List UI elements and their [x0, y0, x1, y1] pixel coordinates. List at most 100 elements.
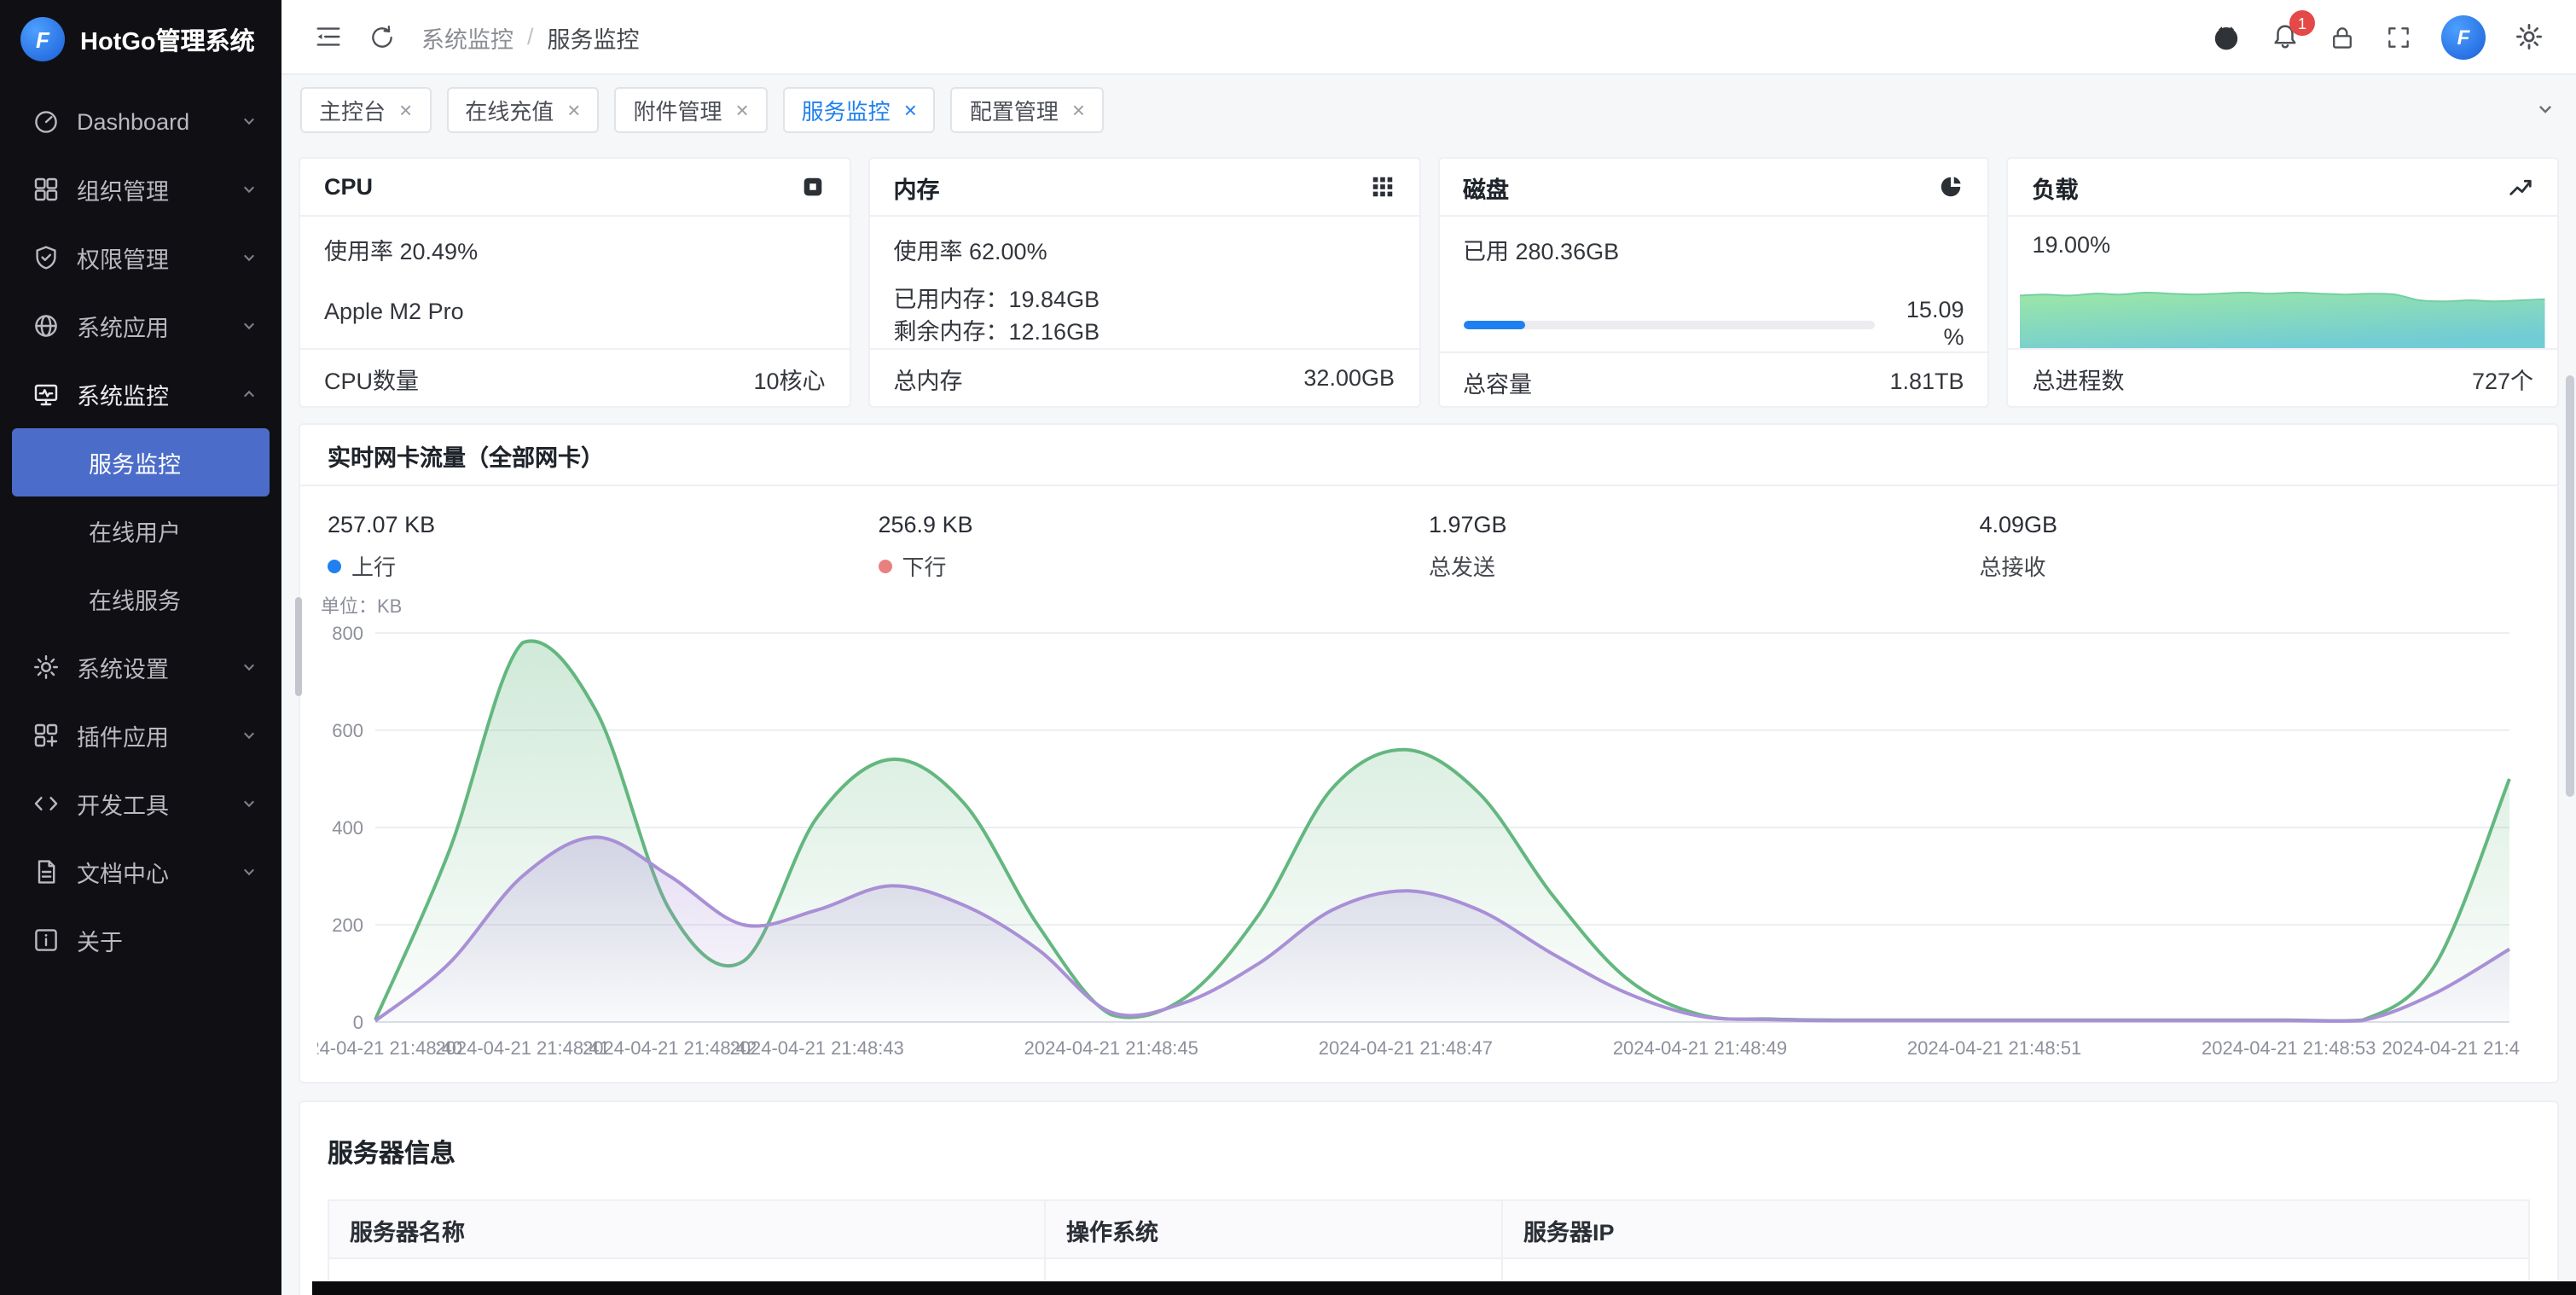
- logo[interactable]: F HotGo管理系统: [0, 0, 281, 78]
- svg-text:0: 0: [353, 1012, 363, 1033]
- notification-badge: 1: [2289, 10, 2315, 36]
- sidebar-item-dev-tools[interactable]: 开发工具: [0, 769, 281, 838]
- breadcrumb-current: 服务监控: [548, 20, 640, 54]
- tab-online-recharge[interactable]: 在线充值×: [446, 86, 599, 132]
- notifications-bell-icon[interactable]: 1: [2271, 22, 2300, 51]
- sidebar-item-plugins[interactable]: 插件应用: [0, 701, 281, 769]
- load-mini-chart: [2021, 253, 2546, 348]
- close-icon[interactable]: ×: [1072, 98, 1085, 120]
- legend-dot-up: [328, 559, 341, 572]
- memory-card-title: 内存: [894, 170, 940, 204]
- load-card: 负载 19.00% 总进程数 727个: [2007, 157, 2560, 408]
- disk-percent-label: 15.09 %: [1893, 297, 1964, 351]
- disk-card-title: 磁盘: [1463, 170, 1509, 204]
- sidebar-item-system-app[interactable]: 系统应用: [0, 292, 281, 360]
- sidebar-item-system-monitor[interactable]: 系统监控: [0, 360, 281, 428]
- svg-text:2024-04-21 21:48:51: 2024-04-21 21:48:51: [1907, 1037, 2081, 1059]
- sidebar-item-online-users[interactable]: 在线用户: [12, 497, 270, 565]
- cpu-footer-value: 10核心: [753, 361, 825, 395]
- close-icon[interactable]: ×: [735, 98, 748, 120]
- vertical-scrollbar-thumb[interactable]: [2566, 375, 2574, 797]
- cpu-footer-label: CPU数量: [324, 361, 419, 395]
- chevron-up-icon: [239, 384, 259, 404]
- disk-footer-value: 1.81TB: [1889, 369, 1964, 394]
- svg-text:200: 200: [332, 915, 363, 936]
- sidebar-item-about[interactable]: 关于: [0, 906, 281, 974]
- traffic-card-title: 实时网卡流量（全部网卡）: [300, 425, 2557, 486]
- traffic-stats-row: 257.07 KB 上行 256.9 KB 下行 1.97GB 总发送 4.09…: [300, 486, 2557, 585]
- close-icon[interactable]: ×: [904, 98, 917, 120]
- table-header-row: 服务器名称 操作系统 服务器IP: [328, 1200, 2529, 1258]
- svg-text:400: 400: [332, 817, 363, 839]
- sidebar-item-org-management[interactable]: 组织管理: [0, 155, 281, 224]
- memory-card: 内存 使用率 62.00% 已用内存：19.84GB 剩余内存：12.16GB …: [868, 157, 1421, 408]
- tab-console[interactable]: 主控台×: [300, 86, 431, 132]
- sidebar: F HotGo管理系统 Dashboard 组织管理 权限管理 系统应用: [0, 0, 281, 1295]
- server-info-card: 服务器信息 服务器名称 操作系统 服务器IP mengshuaideMBP da…: [299, 1100, 2559, 1295]
- svg-text:2024-04-21 21:48:47: 2024-04-21 21:48:47: [1319, 1037, 1493, 1059]
- svg-text:2024-04-21 21:4: 2024-04-21 21:4: [2382, 1037, 2520, 1059]
- sidebar-item-service-monitor[interactable]: 服务监控: [12, 428, 270, 497]
- breadcrumb-separator: /: [527, 24, 534, 49]
- svg-text:2024-04-21 21:48:49: 2024-04-21 21:48:49: [1613, 1037, 1787, 1059]
- breadcrumb-parent[interactable]: 系统监控: [421, 20, 513, 54]
- sidebar-item-online-services[interactable]: 在线服务: [12, 565, 270, 633]
- sidebar-item-system-settings[interactable]: 系统设置: [0, 633, 281, 701]
- breadcrumb: 系统监控 / 服务监控: [421, 20, 640, 54]
- cpu-card: CPU 使用率 20.49% Apple M2 Pro CPU数量 10核心: [299, 157, 851, 408]
- svg-text:2024-04-21 21:48:43: 2024-04-21 21:48:43: [730, 1037, 904, 1059]
- sidebar-item-dashboard[interactable]: Dashboard: [0, 87, 281, 155]
- load-card-title: 负载: [2033, 170, 2079, 204]
- collapse-sidebar-icon[interactable]: [314, 22, 343, 51]
- traffic-stat-total-sent: 1.97GB 总发送: [1429, 512, 1980, 582]
- chevron-down-icon: [239, 247, 259, 268]
- gear-icon: [32, 653, 60, 681]
- tab-attachment[interactable]: 附件管理×: [614, 86, 767, 132]
- traffic-stat-up: 257.07 KB 上行: [328, 512, 879, 582]
- disk-progress-fill: [1463, 320, 1525, 328]
- server-info-title: 服务器信息: [328, 1135, 2530, 1170]
- sidebar-item-docs[interactable]: 文档中心: [0, 838, 281, 906]
- column-server-ip: 服务器IP: [1502, 1200, 2529, 1258]
- tab-service-monitor[interactable]: 服务监控×: [783, 86, 936, 132]
- fullscreen-icon[interactable]: [2385, 23, 2412, 50]
- tabs-dropdown-chevron-icon[interactable]: [2533, 97, 2557, 121]
- traffic-area-chart: 0200400600800单位：KB2024-04-21 21:48:40202…: [300, 585, 2557, 1082]
- main-area: 系统监控 / 服务监控 1 F: [281, 0, 2576, 1295]
- cpu-model-text: Apple M2 Pro: [324, 299, 826, 324]
- memory-footer-label: 总内存: [894, 361, 963, 395]
- sidebar-item-permission[interactable]: 权限管理: [0, 224, 281, 292]
- legend-dot-down: [879, 559, 892, 572]
- disk-footer-label: 总容量: [1463, 364, 1532, 398]
- org-grid-icon: [32, 176, 60, 203]
- column-server-name: 服务器名称: [328, 1200, 1045, 1258]
- close-icon[interactable]: ×: [399, 98, 412, 120]
- sidebar-menu: Dashboard 组织管理 权限管理 系统应用 系统监控: [0, 78, 281, 1295]
- load-footer-label: 总进程数: [2033, 361, 2125, 395]
- top-header: 系统监控 / 服务监控 1 F: [281, 0, 2576, 75]
- refresh-icon[interactable]: [368, 23, 396, 50]
- lock-icon[interactable]: [2329, 23, 2356, 50]
- hotgo-logo-icon: F: [20, 17, 65, 61]
- cpu-usage-text: 使用率 20.49%: [324, 232, 826, 266]
- memory-grid-icon: [1369, 174, 1395, 200]
- chevron-down-icon: [239, 657, 259, 677]
- svg-text:600: 600: [332, 720, 363, 741]
- user-avatar[interactable]: F: [2441, 15, 2486, 59]
- github-icon[interactable]: [2211, 21, 2242, 52]
- horizontal-scrollbar[interactable]: [312, 1281, 2576, 1295]
- tabs-bar: 主控台× 在线充值× 附件管理× 服务监控× 配置管理×: [281, 75, 2576, 143]
- cpu-chip-icon: [800, 174, 826, 200]
- chevron-down-icon: [239, 111, 259, 131]
- chevron-down-icon: [239, 179, 259, 200]
- tab-config[interactable]: 配置管理×: [951, 86, 1104, 132]
- svg-text:单位：KB: 单位：KB: [321, 595, 402, 617]
- chevron-down-icon: [239, 793, 259, 814]
- stat-cards-row: CPU 使用率 20.49% Apple M2 Pro CPU数量 10核心 内…: [299, 157, 2559, 408]
- shield-icon: [32, 244, 60, 271]
- close-icon[interactable]: ×: [567, 98, 580, 120]
- settings-gear-icon[interactable]: [2515, 22, 2544, 51]
- scrollbar-thumb[interactable]: [295, 597, 302, 696]
- disk-used-text: 已用 280.36GB: [1463, 232, 1964, 266]
- code-icon: [32, 790, 60, 817]
